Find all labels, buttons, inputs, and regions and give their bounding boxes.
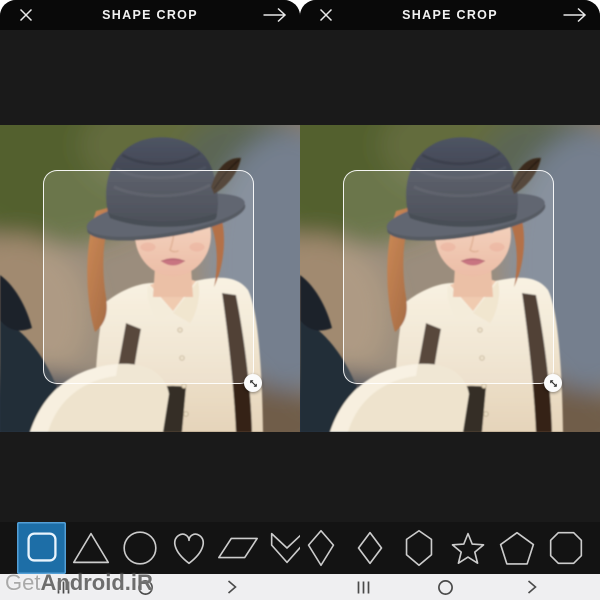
watermark: GetAndroid.iR [5, 571, 153, 595]
diagonal-resize-icon [549, 379, 557, 387]
shape-diamond-icon[interactable] [345, 522, 394, 574]
shape-circle-icon[interactable] [115, 522, 164, 574]
shape-hexagon-icon[interactable] [394, 522, 443, 574]
shape-heart-icon[interactable] [164, 522, 213, 574]
shape-triangle-icon[interactable] [66, 522, 115, 574]
shape-square-icon[interactable] [17, 522, 66, 574]
recent-apps-icon [357, 581, 369, 593]
shape-strip [300, 522, 600, 574]
shape-star-icon[interactable] [443, 522, 492, 574]
crop-resize-handle[interactable] [244, 374, 262, 392]
diagonal-resize-icon [249, 379, 257, 387]
crop-region[interactable] [43, 170, 262, 392]
shape-chevron-icon[interactable] [262, 522, 300, 574]
crop-region[interactable] [343, 170, 562, 392]
home-button[interactable] [434, 574, 456, 600]
shape-octagon-icon[interactable] [541, 522, 590, 574]
page: SHAPE CROP SHAPE CROP GetAndroid.iR [0, 0, 600, 600]
screenshot-panel-left: SHAPE CROP [0, 0, 300, 600]
top-bar-left: SHAPE CROP [0, 0, 300, 30]
watermark-bold-text: Android.iR [40, 570, 153, 595]
page-title: SHAPE CROP [402, 8, 498, 22]
arrow-right-icon [563, 7, 586, 23]
watermark-light-text: Get [5, 570, 41, 595]
back-icon [227, 580, 237, 594]
crop-resize-handle[interactable] [544, 374, 562, 392]
top-bar-right: SHAPE CROP [300, 0, 600, 30]
shape-parallelogram-icon[interactable] [213, 522, 262, 574]
shape-kite-icon[interactable] [300, 522, 345, 574]
close-button[interactable] [13, 4, 39, 26]
home-icon [437, 579, 453, 595]
photo-canvas[interactable] [300, 125, 600, 432]
photo-canvas[interactable] [0, 125, 300, 432]
arrow-right-icon [263, 7, 286, 23]
screenshot-panel-right: SHAPE CROP [300, 0, 600, 600]
next-button[interactable] [561, 4, 587, 26]
close-button[interactable] [313, 4, 339, 26]
back-icon [527, 580, 537, 594]
next-button[interactable] [261, 4, 287, 26]
back-button[interactable] [221, 574, 243, 600]
recent-apps-button[interactable] [352, 574, 374, 600]
back-button[interactable] [521, 574, 543, 600]
page-title: SHAPE CROP [102, 8, 198, 22]
close-icon [319, 8, 333, 22]
shape-strip [0, 522, 300, 574]
close-icon [19, 8, 33, 22]
shape-pentagon-icon[interactable] [492, 522, 541, 574]
android-nav-bar [300, 574, 600, 600]
